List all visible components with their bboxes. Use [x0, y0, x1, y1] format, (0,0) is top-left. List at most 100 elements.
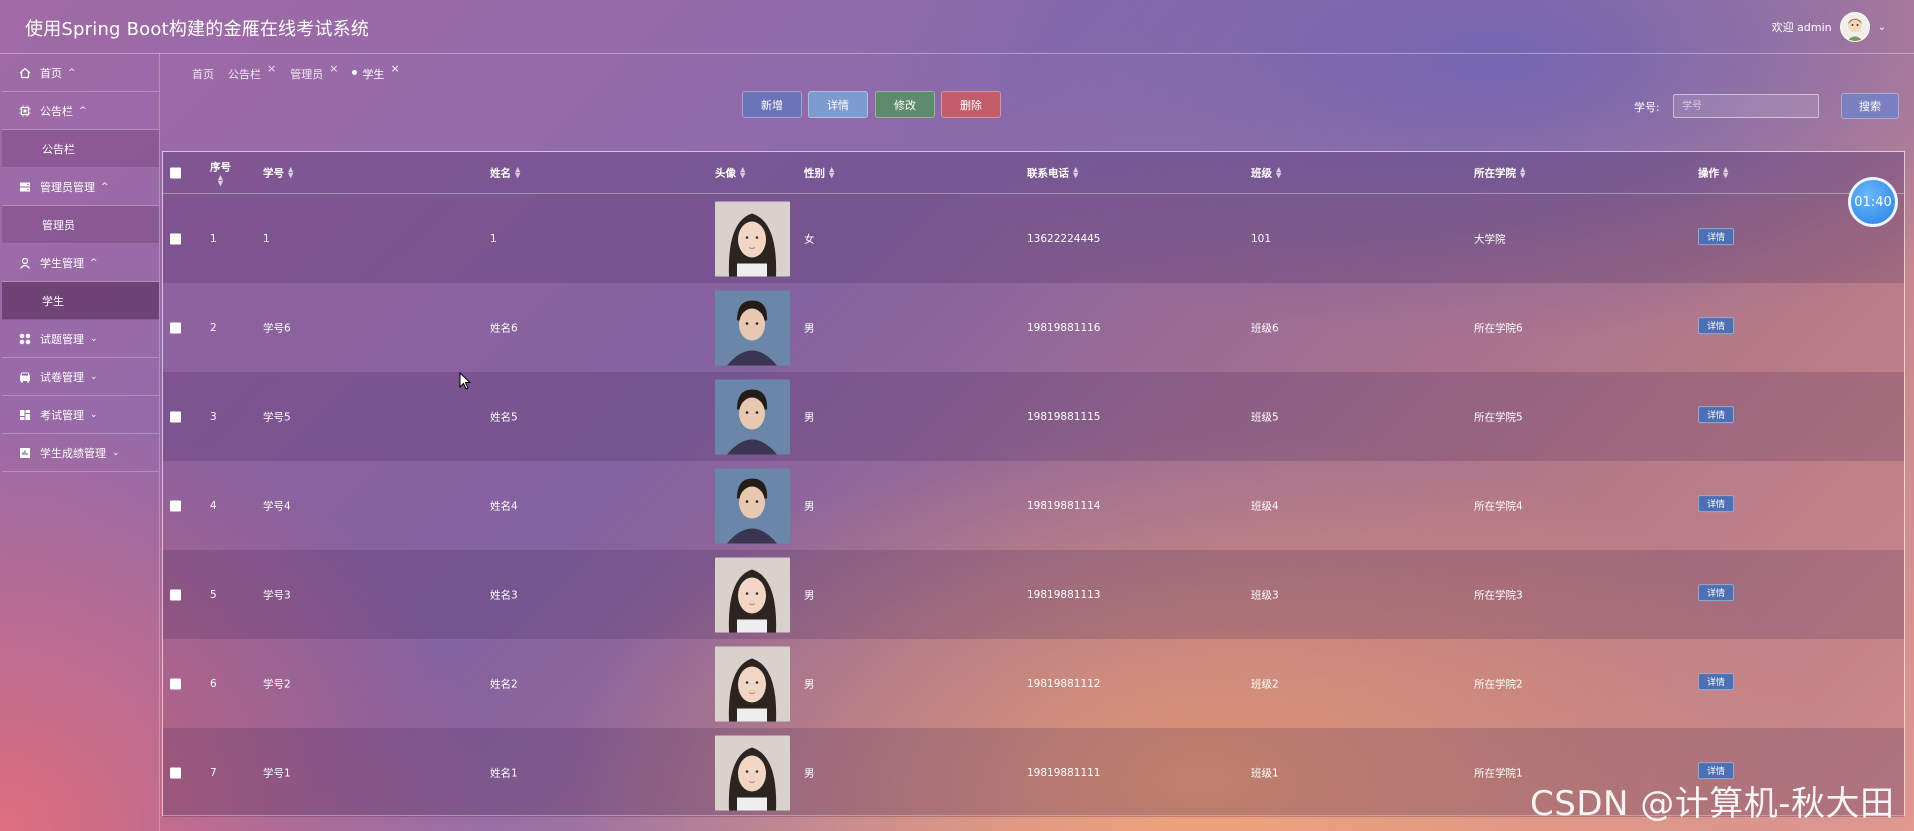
cell-name: 1: [490, 232, 497, 245]
header-label: 头像: [715, 167, 736, 179]
cell-gender: 男: [804, 500, 815, 512]
active-dot-icon: [352, 70, 358, 75]
row-detail-button[interactable]: 详情: [1698, 316, 1734, 334]
close-icon[interactable]: ×: [390, 62, 399, 75]
detail-button[interactable]: 详情: [808, 91, 868, 118]
cell-class: 101: [1251, 232, 1272, 245]
close-icon[interactable]: ×: [267, 62, 276, 75]
tab-home[interactable]: 首页: [192, 66, 214, 82]
header-label: 学号: [263, 167, 284, 179]
table-row[interactable]: 1 1 1 女 13622224445 101 大学院 详情: [163, 194, 1904, 283]
cell-phone: 19819881114: [1027, 499, 1101, 512]
student-photo: [715, 557, 790, 632]
table-row[interactable]: 6 学号2 姓名2 男 19819881112 班级2 所在学院2 详情: [163, 639, 1904, 728]
row-checkbox[interactable]: [170, 411, 181, 422]
cell-phone: 13622224445: [1027, 232, 1101, 245]
cell-phone: 19819881113: [1027, 588, 1101, 601]
header-student-no[interactable]: 学号 ▲ ▼: [263, 165, 293, 180]
cell-phone: 19819881112: [1027, 677, 1101, 690]
delete-button[interactable]: 删除: [941, 91, 1001, 118]
header-action[interactable]: 操作 ▲ ▼: [1698, 165, 1728, 180]
sidebar-item-papers[interactable]: 试卷管理 ⌄: [2, 358, 159, 396]
cell-college: 大学院: [1474, 233, 1506, 245]
sidebar-item-admin-group[interactable]: 管理员管理 ^: [2, 168, 159, 206]
chevron-down-icon: ⌄: [90, 371, 98, 382]
table-row[interactable]: 4 学号4 姓名4 男 19819881114 班级4 所在学院4 详情: [163, 461, 1904, 550]
cell-class: 班级2: [1251, 678, 1279, 690]
row-checkbox[interactable]: [170, 233, 181, 244]
cell-college: 所在学院5: [1474, 411, 1523, 423]
sidebar-item-exams[interactable]: 考试管理 ⌄: [2, 396, 159, 434]
timer-bubble[interactable]: 01:40: [1848, 177, 1898, 227]
row-checkbox[interactable]: [170, 767, 181, 778]
sidebar-subitem-student[interactable]: 学生: [2, 282, 159, 320]
search-label: 学号:: [1634, 101, 1660, 114]
table-row[interactable]: 5 学号3 姓名3 男 19819881113 班级3 所在学院3 详情: [163, 550, 1904, 639]
row-detail-button[interactable]: 详情: [1698, 672, 1734, 690]
sidebar-item-home[interactable]: 首页 ^: [2, 54, 159, 92]
cell-index: 1: [210, 232, 217, 245]
chip-icon: [18, 104, 32, 118]
sort-icon: ▲ ▼: [1276, 165, 1282, 180]
tab-notice[interactable]: 公告栏 ×: [228, 62, 276, 82]
edit-button[interactable]: 修改: [875, 91, 935, 118]
cell-phone: 19819881111: [1027, 766, 1101, 779]
cell-gender: 女: [804, 233, 815, 245]
cell-phone: 19819881115: [1027, 410, 1101, 423]
cell-student-no: 学号1: [263, 767, 291, 779]
header-name[interactable]: 姓名 ▲ ▼: [490, 165, 520, 180]
cell-gender: 男: [804, 589, 815, 601]
sidebar-subitem-notice[interactable]: 公告栏: [2, 130, 159, 168]
sidebar-subitem-admin[interactable]: 管理员: [2, 206, 159, 244]
sidebar-item-label: 公告栏: [40, 104, 73, 118]
sidebar-item-questions[interactable]: 试题管理 ⌄: [2, 320, 159, 358]
select-all-checkbox[interactable]: [170, 167, 181, 178]
header-class[interactable]: 班级 ▲ ▼: [1251, 165, 1281, 180]
table-row[interactable]: 3 学号5 姓名5 男 19819881115 班级5 所在学院5 详情: [163, 372, 1904, 461]
student-photo: [715, 379, 790, 454]
header-college[interactable]: 所在学院 ▲ ▼: [1474, 165, 1525, 180]
sort-icon: ▲ ▼: [829, 165, 835, 180]
chevron-down-icon[interactable]: ⌄: [1878, 22, 1886, 33]
row-detail-button[interactable]: 详情: [1698, 494, 1734, 512]
header-label: 所在学院: [1474, 167, 1516, 179]
cell-college: 所在学院6: [1474, 322, 1523, 334]
header-index[interactable]: 序号 ▲ ▼: [210, 159, 231, 187]
sidebar-item-student-group[interactable]: 学生管理 ^: [2, 244, 159, 282]
add-button[interactable]: 新增: [742, 91, 802, 118]
user-avatar[interactable]: [1839, 12, 1870, 42]
tab-admin[interactable]: 管理员 ×: [290, 62, 338, 82]
sort-icon: ▲ ▼: [1520, 165, 1526, 180]
row-detail-button[interactable]: 详情: [1698, 405, 1734, 423]
student-table: 序号 ▲ ▼ 学号 ▲ ▼ 姓名 ▲ ▼ 头像 ▲ ▼ 性别 ▲ ▼ 联系电话 ▲ ▼ 班级…: [162, 151, 1905, 817]
table-row[interactable]: 2 学号6 姓名6 男 19819881116 班级6 所在学院6 详情: [163, 283, 1904, 372]
server-icon: [18, 180, 32, 194]
tab-student[interactable]: 学生 ×: [352, 62, 400, 82]
tab-label: 管理员: [290, 68, 324, 81]
tab-bar: 首页 公告栏 × 管理员 × 学生 ×: [192, 62, 400, 82]
search-button[interactable]: 搜索: [1841, 93, 1899, 119]
close-icon[interactable]: ×: [329, 62, 338, 75]
cell-name: 姓名1: [490, 767, 518, 779]
row-detail-button[interactable]: 详情: [1698, 583, 1734, 601]
sidebar-item-notice-group[interactable]: 公告栏 ^: [2, 92, 159, 130]
row-detail-button[interactable]: 详情: [1698, 227, 1734, 245]
sidebar-item-label: 考试管理: [40, 408, 84, 422]
welcome-text: 欢迎 admin: [1771, 21, 1832, 34]
row-checkbox[interactable]: [170, 678, 181, 689]
header-avatar[interactable]: 头像 ▲ ▼: [715, 165, 745, 180]
row-checkbox[interactable]: [170, 322, 181, 333]
row-checkbox[interactable]: [170, 589, 181, 600]
cell-name: 姓名4: [490, 500, 518, 512]
student-photo: [715, 468, 790, 543]
cell-college: 所在学院2: [1474, 678, 1523, 690]
sort-icon: ▲ ▼: [1073, 165, 1079, 180]
header-gender[interactable]: 性别 ▲ ▼: [804, 165, 834, 180]
user-area[interactable]: 欢迎 admin ⌄: [1772, 12, 1886, 42]
header-phone[interactable]: 联系电话 ▲ ▼: [1027, 165, 1078, 180]
cell-index: 7: [210, 766, 217, 779]
sort-icon: ▲ ▼: [740, 165, 746, 180]
row-checkbox[interactable]: [170, 500, 181, 511]
search-input[interactable]: [1673, 94, 1819, 118]
sidebar-item-scores[interactable]: 学生成绩管理 ⌄: [2, 434, 159, 472]
